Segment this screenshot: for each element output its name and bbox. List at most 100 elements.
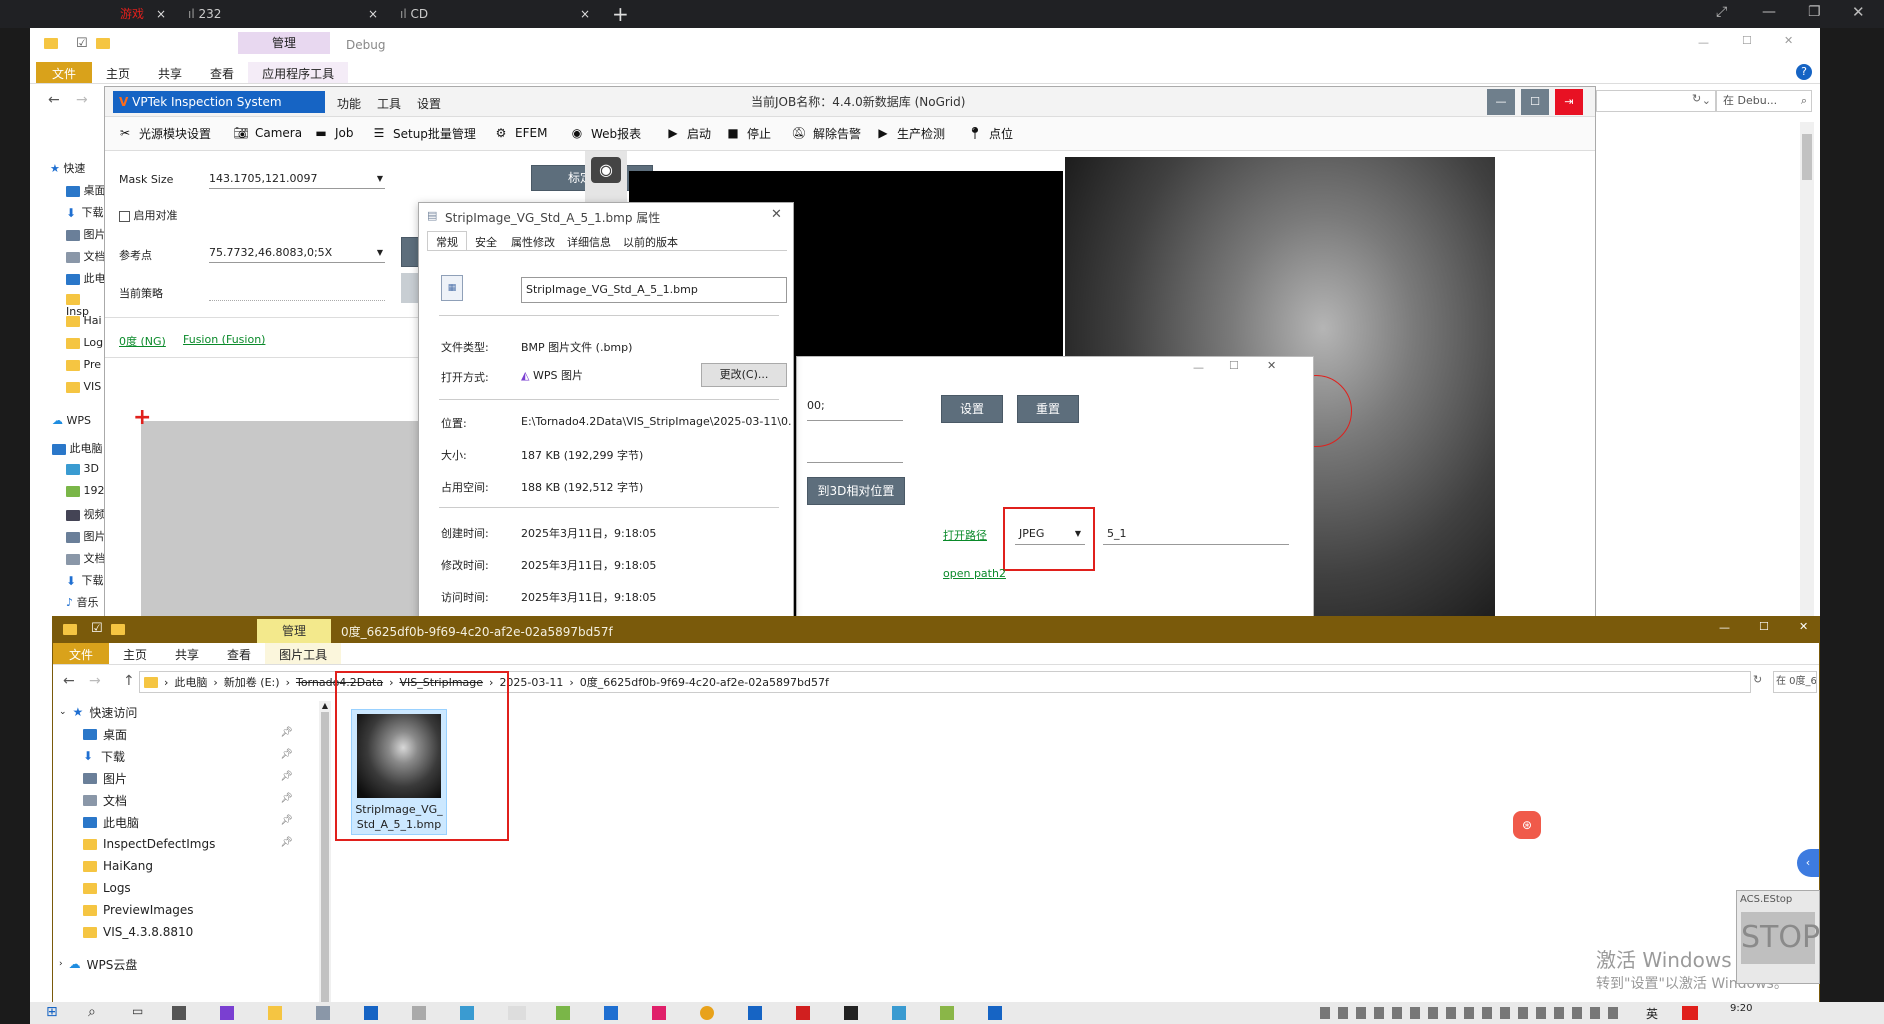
ribbon-view[interactable]: 查看	[213, 643, 265, 664]
sidebar-item[interactable]: 图片	[66, 528, 106, 544]
pin-icon[interactable]: 📌︎	[280, 815, 293, 826]
sidebar-item[interactable]: VIS	[66, 380, 101, 393]
tree-item-desktop[interactable]: 桌面	[83, 723, 127, 745]
close-icon[interactable]: ✕	[1799, 620, 1808, 633]
sidebar-item[interactable]: ★ 快速	[50, 160, 85, 176]
close-icon[interactable]: ×	[580, 0, 590, 28]
sidebar-item[interactable]: 此电	[66, 270, 106, 286]
maximize-icon[interactable]: ☐	[1229, 359, 1239, 372]
browser-tab[interactable]: ıl 232 ×	[180, 0, 380, 28]
tree-item-folder[interactable]: VIS_4.3.8.8810	[83, 921, 193, 943]
scroll-up-icon[interactable]: ▲	[319, 701, 331, 710]
tree-item-wps-cloud[interactable]: › ☁ WPS云盘	[59, 953, 137, 975]
task-view-icon[interactable]: ▭	[132, 1004, 143, 1018]
browser-tab[interactable]: ıl CD ×	[392, 0, 592, 28]
expand-icon[interactable]: ⤢	[1716, 4, 1727, 20]
menu-tools[interactable]: 工具	[377, 95, 401, 112]
terminal-icon[interactable]	[844, 1006, 858, 1020]
breadcrumb-item[interactable]: 2025-03-11	[499, 676, 563, 689]
search-input[interactable]: 在 0度_6...	[1773, 671, 1817, 693]
tree-scrollbar[interactable]: ▲	[319, 701, 331, 1021]
efem-button[interactable]: ⚙ EFEM	[491, 117, 548, 149]
forward-icon[interactable]: →	[76, 92, 88, 108]
strategy-field[interactable]	[209, 281, 385, 301]
name-field[interactable]: 5_1	[1103, 523, 1289, 545]
filename-input[interactable]: StripImage_VG_Std_A_5_1.bmp	[521, 277, 787, 303]
sidebar-item[interactable]: 文档	[66, 248, 106, 264]
minimize-icon[interactable]: —	[1719, 621, 1730, 634]
check-icon[interactable]: ☑	[76, 36, 88, 51]
light-module-button[interactable]: ✂ 光源模块设置	[115, 117, 211, 149]
tab-security[interactable]: 安全	[467, 231, 505, 250]
job-button[interactable]: ▬ Job	[311, 117, 353, 149]
pin-icon[interactable]: 📌︎	[280, 793, 293, 804]
minimize-icon[interactable]: —	[1762, 4, 1776, 20]
restore-icon[interactable]: ❐	[1808, 4, 1821, 20]
refresh-icon[interactable]: ↻	[1692, 92, 1701, 105]
set-button[interactable]: 设置	[941, 395, 1003, 423]
taskbar-app-icon[interactable]	[220, 1006, 234, 1020]
sidebar-item[interactable]: 此电脑	[52, 440, 103, 456]
taskbar-app-icon[interactable]	[940, 1006, 954, 1020]
nav-back-icon[interactable]: ←	[63, 673, 75, 689]
sidebar-item[interactable]: 视频	[66, 506, 106, 522]
change-button[interactable]: 更改(C)...	[701, 363, 787, 387]
collapse-panel-icon[interactable]: ‹	[1797, 849, 1819, 877]
tab-general[interactable]: 常规	[427, 231, 467, 250]
breadcrumb-item[interactable]: 0度_6625df0b-9f69-4c20-af2e-02a5897bd57f	[580, 674, 829, 690]
taskbar-app-icon[interactable]	[748, 1006, 762, 1020]
sidebar-item[interactable]: ☁ WPS	[52, 414, 91, 427]
minimize-icon[interactable]: —	[1698, 36, 1709, 49]
sidebar-item[interactable]: 桌面	[66, 182, 106, 198]
link-ng[interactable]: 0度 (NG)	[119, 333, 166, 349]
sidebar-item[interactable]: Log	[66, 336, 103, 349]
ref-point-select[interactable]: 75.7732,46.8083,0;5X ▼	[209, 243, 385, 263]
taskbar-app-icon[interactable]	[508, 1006, 526, 1020]
menu-settings[interactable]: 设置	[417, 95, 441, 112]
taskbar-app-icon[interactable]	[604, 1006, 618, 1020]
link-fusion[interactable]: Fusion (Fusion)	[183, 333, 265, 346]
scroll-thumb[interactable]	[1802, 134, 1812, 180]
tab-manage[interactable]: 管理	[238, 32, 330, 54]
check-icon[interactable]: ☑	[91, 621, 103, 636]
maximize-button[interactable]: ☐	[1521, 89, 1549, 115]
ime-indicator[interactable]: 英	[1646, 1005, 1658, 1022]
pin-icon[interactable]: 📌︎	[280, 727, 293, 738]
close-icon[interactable]: ✕	[1267, 359, 1276, 372]
enable-align-checkbox[interactable]: 启用对准	[119, 207, 178, 223]
tab-attr-modify[interactable]: 属性修改	[505, 231, 561, 250]
camera-button[interactable]: 📷︎ Camera	[231, 117, 302, 149]
breadcrumb-item[interactable]: 新加卷 (E:)	[224, 674, 280, 690]
ai-assistant-icon[interactable]: ⊛	[1513, 811, 1541, 839]
tree-item-documents[interactable]: 文档	[83, 789, 127, 811]
taskbar-app-icon[interactable]	[364, 1006, 378, 1020]
taskbar-app-icon[interactable]	[172, 1006, 186, 1020]
pin-icon[interactable]: 📌︎	[280, 771, 293, 782]
close-icon[interactable]: ✕	[1852, 3, 1865, 21]
mask-size-select[interactable]: 143.1705,121.0097 ▼	[209, 169, 385, 189]
taskbar-app-icon[interactable]	[316, 1006, 330, 1020]
sidebar-item[interactable]: 3D	[66, 462, 99, 475]
nav-forward-icon[interactable]: →	[89, 673, 101, 689]
tree-item-folder[interactable]: InspectDefectImgs	[83, 833, 215, 855]
partial-field[interactable]: 00;	[807, 399, 903, 421]
partial-field-2[interactable]	[807, 441, 903, 463]
web-report-button[interactable]: ◉ Web报表	[567, 117, 641, 149]
sidebar-item[interactable]: Pre	[66, 358, 101, 371]
wps-tray-icon[interactable]	[1682, 1006, 1698, 1020]
new-tab-button[interactable]: +	[612, 2, 629, 26]
stop-button[interactable]: STOP	[1741, 912, 1820, 964]
stop-button[interactable]: ■ 停止	[723, 117, 771, 149]
browser-tab[interactable]: 游戏 ×	[10, 0, 178, 28]
taskbar-app-icon[interactable]	[412, 1006, 426, 1020]
to-3d-relative-position-button[interactable]: 到3D相对位置	[807, 477, 905, 505]
setup-batch-button[interactable]: ☰ Setup批量管理	[369, 117, 476, 149]
ribbon-app-tools[interactable]: 应用程序工具	[248, 62, 349, 83]
ribbon-picture-tools[interactable]: 图片工具	[265, 643, 342, 664]
taskbar-app-icon[interactable]	[988, 1006, 1002, 1020]
ribbon-file[interactable]: 文件	[53, 643, 110, 664]
sidebar-item[interactable]: 文档	[66, 550, 106, 566]
close-icon[interactable]: ×	[368, 0, 378, 28]
sidebar-item[interactable]: 图片	[66, 226, 106, 242]
exit-button[interactable]: ⇥	[1555, 89, 1583, 115]
